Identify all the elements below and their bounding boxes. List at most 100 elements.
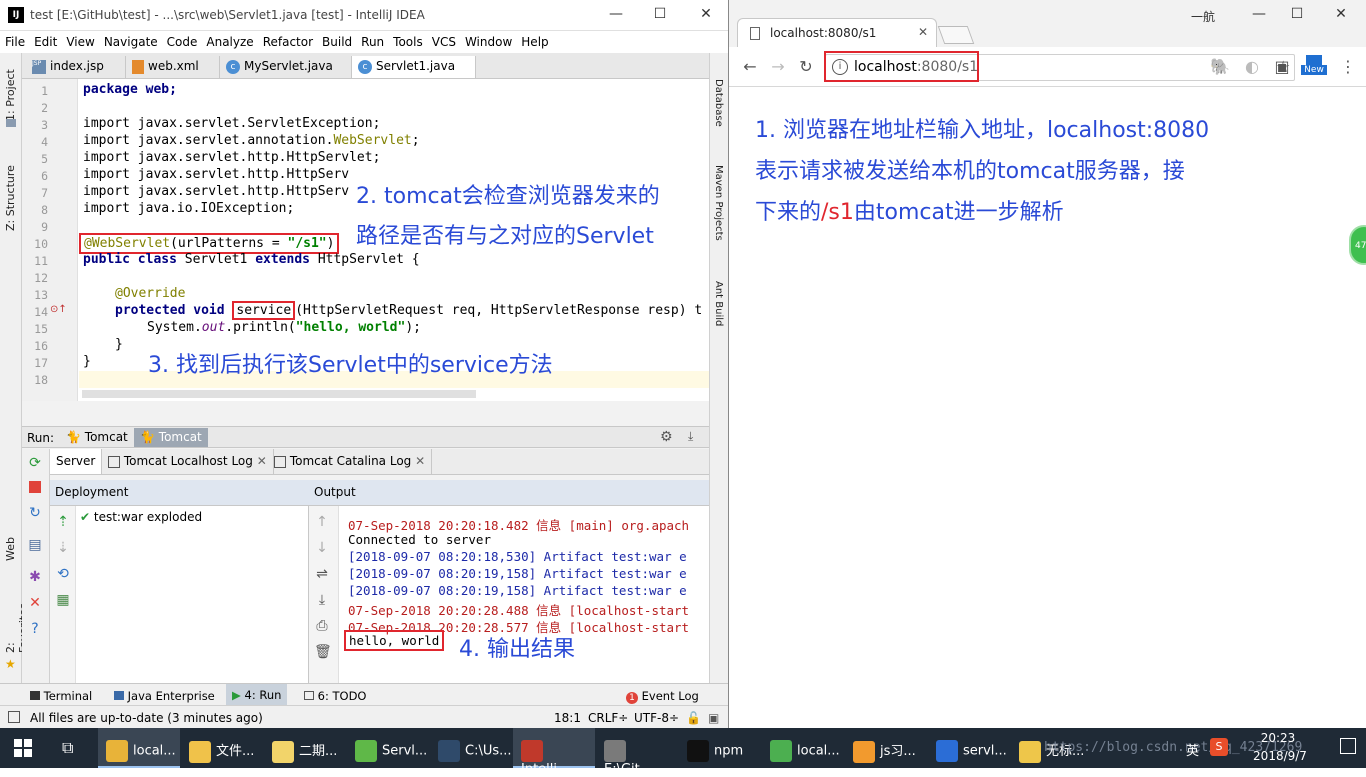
close-run-icon[interactable]: ✕ <box>27 595 43 611</box>
menu-navigate[interactable]: Navigate <box>99 31 162 49</box>
close-icon[interactable]: ✕ <box>1331 6 1351 24</box>
back-icon[interactable]: ← <box>739 57 761 77</box>
tool-ant[interactable]: Ant Build <box>713 281 724 341</box>
debug-icon[interactable]: ✱ <box>27 569 43 585</box>
menu-view[interactable]: View <box>61 31 98 49</box>
close-tab-icon[interactable]: ✕ <box>918 25 928 39</box>
horizontal-scrollbar[interactable] <box>82 390 476 398</box>
cursor-position[interactable]: 18:1 <box>554 711 581 725</box>
run-tab-tomcat-2[interactable]: 🐈 Tomcat <box>134 428 208 447</box>
menu-build[interactable]: Build <box>317 31 356 49</box>
run-button[interactable]: ▶ 4: Run <box>226 684 288 705</box>
taskbar-app[interactable]: 二期... <box>264 728 346 768</box>
tool-web[interactable]: Web <box>4 533 17 561</box>
tool-database[interactable]: Database <box>713 79 724 139</box>
menu-code[interactable]: Code <box>162 31 202 49</box>
new-tab-button[interactable] <box>937 26 975 44</box>
taskbar-app[interactable]: C:\Us... <box>430 728 512 768</box>
clear-icon[interactable]: 🗑 <box>314 644 332 660</box>
run-tab-tomcat-1[interactable]: 🐈 Tomcat <box>60 428 135 447</box>
forward-icon[interactable]: → <box>767 57 789 77</box>
print-icon[interactable]: ⎙ <box>314 618 330 634</box>
status-toggle-icon[interactable] <box>8 711 20 723</box>
profile-name[interactable]: 一航 <box>1191 8 1215 25</box>
taskbar-app[interactable]: npm <box>679 728 761 768</box>
soft-wrap-icon[interactable]: ⇌ <box>314 566 330 582</box>
todo-button[interactable]: 6: TODO <box>304 689 367 703</box>
scroll-to-end-icon[interactable]: ⤓ <box>314 592 330 608</box>
subtab-localhost-log[interactable]: Tomcat Localhost Log ✕ <box>102 449 274 474</box>
new-extension-icon[interactable]: New <box>1301 55 1327 79</box>
scroll-up-icon[interactable]: ↑ <box>314 514 330 530</box>
stop-icon[interactable] <box>27 481 43 497</box>
close-icon[interactable]: ✕ <box>696 6 716 24</box>
maximize-icon[interactable]: ☐ <box>650 6 670 24</box>
taskbar-app[interactable]: E:\Git... <box>596 728 678 777</box>
browser-tab[interactable]: localhost:8080/s1 ✕ <box>737 18 937 47</box>
minimize-icon[interactable]: — <box>606 6 626 24</box>
info-icon[interactable]: i <box>832 59 848 75</box>
taskbar-app[interactable]: servl... <box>928 728 1010 768</box>
menu-help[interactable]: Help <box>516 31 552 49</box>
menu-run[interactable]: Run <box>356 31 388 49</box>
artifact-icon[interactable]: ▦ <box>55 592 71 608</box>
menu-icon[interactable]: ⋮ <box>1337 57 1359 77</box>
close-icon[interactable]: ✕ <box>415 454 425 468</box>
menu-file[interactable]: File <box>0 31 29 49</box>
taskbar-app[interactable]: local... <box>98 728 180 768</box>
tab-web-xml[interactable]: web.xml <box>126 56 220 78</box>
menu-edit[interactable]: Edit <box>29 31 61 49</box>
deployment-item[interactable]: ✔ test:war exploded <box>80 510 202 524</box>
hide-panel-icon[interactable]: ⤓ <box>688 429 693 444</box>
reload-icon[interactable]: ↻ <box>795 57 817 77</box>
clock-date[interactable]: 2018/9/7 <box>1245 749 1315 763</box>
tab-index-jsp[interactable]: JSP index.jsp <box>26 56 126 78</box>
tab-myservlet[interactable]: c MyServlet.java <box>220 56 352 78</box>
extension-icon[interactable]: ◐ <box>1241 57 1263 77</box>
maximize-icon[interactable]: ☐ <box>1287 6 1307 24</box>
tool-maven[interactable]: Maven Projects <box>713 165 724 255</box>
sogou-icon[interactable]: S <box>1210 738 1228 756</box>
clock-time[interactable]: 20:23 <box>1258 731 1298 745</box>
ime-indicator[interactable]: 英 <box>1186 740 1199 759</box>
deploy-icon[interactable]: ⇡ <box>55 514 71 530</box>
close-icon[interactable]: ✕ <box>257 454 267 468</box>
refresh-icon[interactable]: ⟲ <box>55 566 71 582</box>
taskbar-app[interactable]: Servl... <box>347 728 429 768</box>
memory-icon[interactable]: ▣ <box>708 711 719 725</box>
task-view-icon[interactable]: ⧉ <box>62 738 73 758</box>
tab-servlet1[interactable]: c Servlet1.java <box>352 56 476 78</box>
menu-analyze[interactable]: Analyze <box>201 31 257 49</box>
line-separator[interactable]: CRLF÷ <box>588 711 628 725</box>
menu-refactor[interactable]: Refactor <box>258 31 317 49</box>
java-enterprise-button[interactable]: Java Enterprise <box>114 689 215 703</box>
code-editor[interactable]: 1 2 3 4 5 6 7 8 9 10 11 12 13 14 15 16 17 18 ⊙↑ package w… <box>22 79 709 401</box>
evernote-icon[interactable]: 🐘 <box>1209 57 1231 77</box>
taskbar-app[interactable]: local... <box>762 728 844 768</box>
layout-icon[interactable]: ▤ <box>27 537 43 553</box>
start-button[interactable] <box>14 739 32 757</box>
rerun-icon[interactable]: ⟳ <box>27 455 43 471</box>
file-encoding[interactable]: UTF-8÷ <box>634 711 679 725</box>
taskbar-app[interactable]: Intelli... <box>513 728 595 777</box>
menu-vcs[interactable]: VCS <box>427 31 460 49</box>
terminal-button[interactable]: Terminal <box>30 689 92 703</box>
help-icon[interactable]: ? <box>27 621 43 637</box>
undeploy-icon[interactable]: ⇣ <box>55 540 71 556</box>
menu-tools[interactable]: Tools <box>388 31 427 49</box>
subtab-catalina-log[interactable]: Tomcat Catalina Log ✕ <box>268 449 433 474</box>
minimize-icon[interactable]: — <box>1249 6 1269 24</box>
lock-icon[interactable]: 🔓 <box>686 711 701 725</box>
taskbar-app[interactable]: js习... <box>845 728 927 768</box>
subtab-server[interactable]: Server <box>50 449 103 474</box>
settings-gear-icon[interactable]: ⚙ <box>660 429 673 445</box>
update-icon[interactable]: ↻ <box>27 505 43 521</box>
side-badge[interactable]: 47 <box>1349 225 1366 265</box>
tool-structure[interactable]: Z: Structure <box>4 149 17 231</box>
notification-icon[interactable] <box>1340 738 1356 754</box>
tool-project[interactable]: 1: Project <box>4 61 17 121</box>
menu-window[interactable]: Window <box>460 31 516 49</box>
window-extension-icon[interactable]: ▣ <box>1271 57 1293 77</box>
scroll-down-icon[interactable]: ↓ <box>314 540 330 556</box>
event-log-button[interactable]: 1 Event Log <box>626 689 699 704</box>
